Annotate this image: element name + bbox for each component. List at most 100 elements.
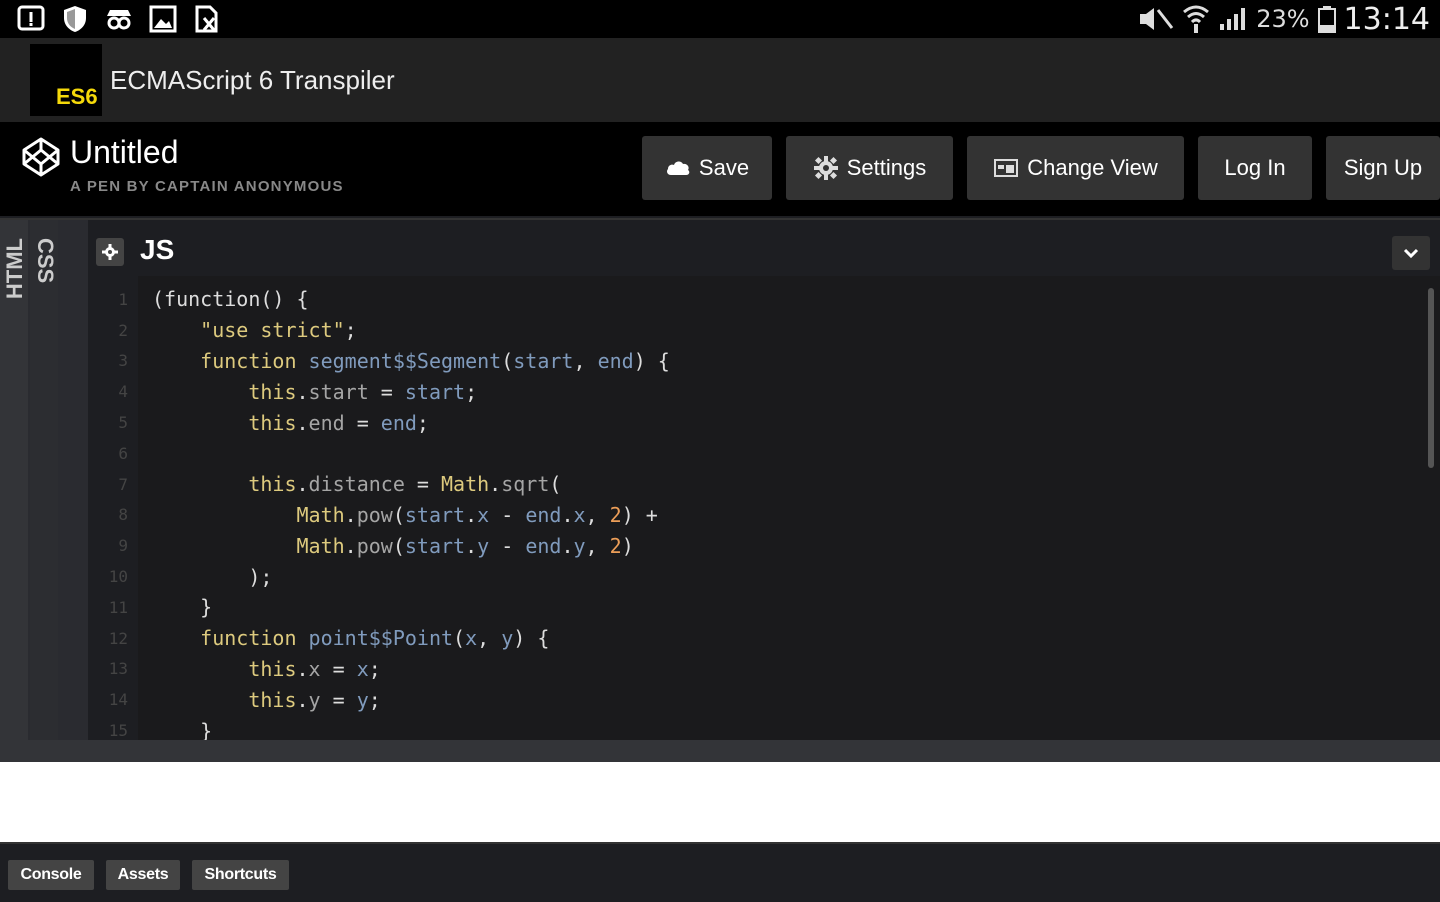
code-token: ) + — [621, 502, 658, 527]
code-token: start — [308, 379, 369, 404]
code-token: start — [513, 348, 574, 373]
line-number: 2 — [118, 320, 128, 340]
pen-title[interactable]: Untitled — [70, 134, 179, 171]
code-token: . — [344, 502, 357, 527]
editor-scrollbar[interactable] — [1428, 288, 1434, 468]
code-token: pow — [356, 502, 393, 527]
code-token: ) { — [513, 626, 550, 651]
code-token: Math — [296, 533, 345, 558]
chevron-down-icon — [1403, 248, 1419, 259]
code-token: ; — [416, 410, 429, 435]
code-line: 4 this. start = start; — [88, 376, 1440, 407]
code-token: y — [308, 687, 321, 712]
line-number: 7 — [118, 474, 128, 494]
line-number: 6 — [118, 443, 128, 463]
assets-button[interactable]: Assets — [106, 860, 180, 890]
code-token: "use strict" — [200, 318, 345, 343]
line-number: 3 — [118, 351, 128, 371]
code-token: segment$$Segment — [308, 348, 502, 373]
code-line: 8 Math. pow(start. x - end. x, 2) + — [88, 500, 1440, 531]
line-number: 13 — [108, 659, 128, 679]
code-token: . — [465, 502, 478, 527]
save-button-label: Save — [698, 155, 750, 180]
code-token: = — [320, 687, 357, 712]
gear-icon — [102, 244, 118, 260]
code-token: x — [573, 502, 586, 527]
editor-panel: HTML CSS JS 1 (function() {2 "use strict"… — [0, 218, 1440, 742]
code-token: y — [356, 687, 369, 712]
code-token: end — [597, 348, 634, 373]
footer-bar: Console Assets Shortcuts — [0, 842, 1440, 902]
signal-icon — [1220, 8, 1246, 30]
image-icon — [148, 4, 178, 34]
shortcuts-button[interactable]: Shortcuts — [192, 860, 289, 890]
collapse-button[interactable] — [1392, 236, 1430, 270]
js-settings-button[interactable] — [96, 238, 124, 266]
layout-icon — [994, 159, 1019, 177]
code-token: . — [344, 533, 357, 558]
code-token: ; — [368, 687, 381, 712]
status-bar: 23% 13:14 — [0, 0, 1440, 38]
cloud-icon — [666, 161, 690, 175]
code-token: x — [477, 502, 490, 527]
code-token: . — [296, 379, 309, 404]
code-token: sqrt — [501, 472, 550, 497]
code-line: 14 this. y = y; — [88, 684, 1440, 715]
settings-button-label: Settings — [846, 155, 927, 180]
code-editor[interactable]: 1 (function() {2 "use strict"; 3 function … — [88, 276, 1440, 740]
code-token: this — [248, 472, 297, 497]
code-token: - — [489, 533, 526, 558]
code-token: function — [200, 626, 297, 651]
change-view-button[interactable]: Change View — [967, 136, 1184, 200]
change-view-button-label: Change View — [1027, 155, 1158, 180]
code-token: 2 — [609, 533, 622, 558]
signup-button-label: Sign Up — [1343, 155, 1423, 180]
code-line: 3 function segment$$Segment(start, end) … — [88, 346, 1440, 377]
code-token: ( — [501, 348, 514, 373]
code-token: pow — [356, 533, 393, 558]
battery-icon — [1317, 6, 1336, 33]
login-button[interactable]: Log In — [1198, 136, 1312, 200]
app-title: ECMAScript 6 Transpiler — [110, 64, 395, 95]
tab-css-label: CSS — [33, 238, 58, 284]
code-line: 11 } — [88, 592, 1440, 623]
editor-resize-bar[interactable] — [0, 740, 1440, 762]
line-number: 11 — [108, 597, 128, 617]
code-token: ) { — [633, 348, 670, 373]
code-token: , — [585, 502, 610, 527]
console-button[interactable]: Console — [8, 860, 94, 890]
signup-button[interactable]: Sign Up — [1326, 136, 1440, 200]
code-token: start — [404, 502, 466, 527]
tab-html[interactable]: HTML — [0, 220, 28, 740]
code-token: end — [525, 502, 562, 527]
code-token: distance — [308, 472, 405, 497]
line-number: 12 — [108, 628, 128, 648]
code-token: , — [573, 348, 598, 373]
code-token: ); — [152, 564, 273, 589]
code-token: Math — [296, 502, 345, 527]
tab-css[interactable]: CSS — [30, 220, 58, 740]
line-number: 8 — [118, 505, 128, 525]
code-token: . — [465, 533, 478, 558]
line-number: 14 — [108, 690, 128, 710]
code-token: = — [368, 379, 405, 404]
code-token: - — [489, 502, 526, 527]
code-token: ( — [392, 533, 405, 558]
status-bar-notifications — [0, 4, 222, 34]
save-button[interactable]: Save — [642, 136, 772, 200]
codepen-icon[interactable] — [20, 136, 62, 178]
settings-button[interactable]: Settings — [786, 136, 953, 200]
code-token: ; — [344, 318, 357, 343]
gear-icon — [813, 156, 838, 180]
code-token: y — [573, 533, 586, 558]
code-token: start — [404, 533, 466, 558]
code-token: ( — [453, 626, 466, 651]
code-line: 12 function point$$Point(x, y) { — [88, 623, 1440, 654]
app-bar: ES6 ECMAScript 6 Transpiler — [0, 38, 1440, 122]
